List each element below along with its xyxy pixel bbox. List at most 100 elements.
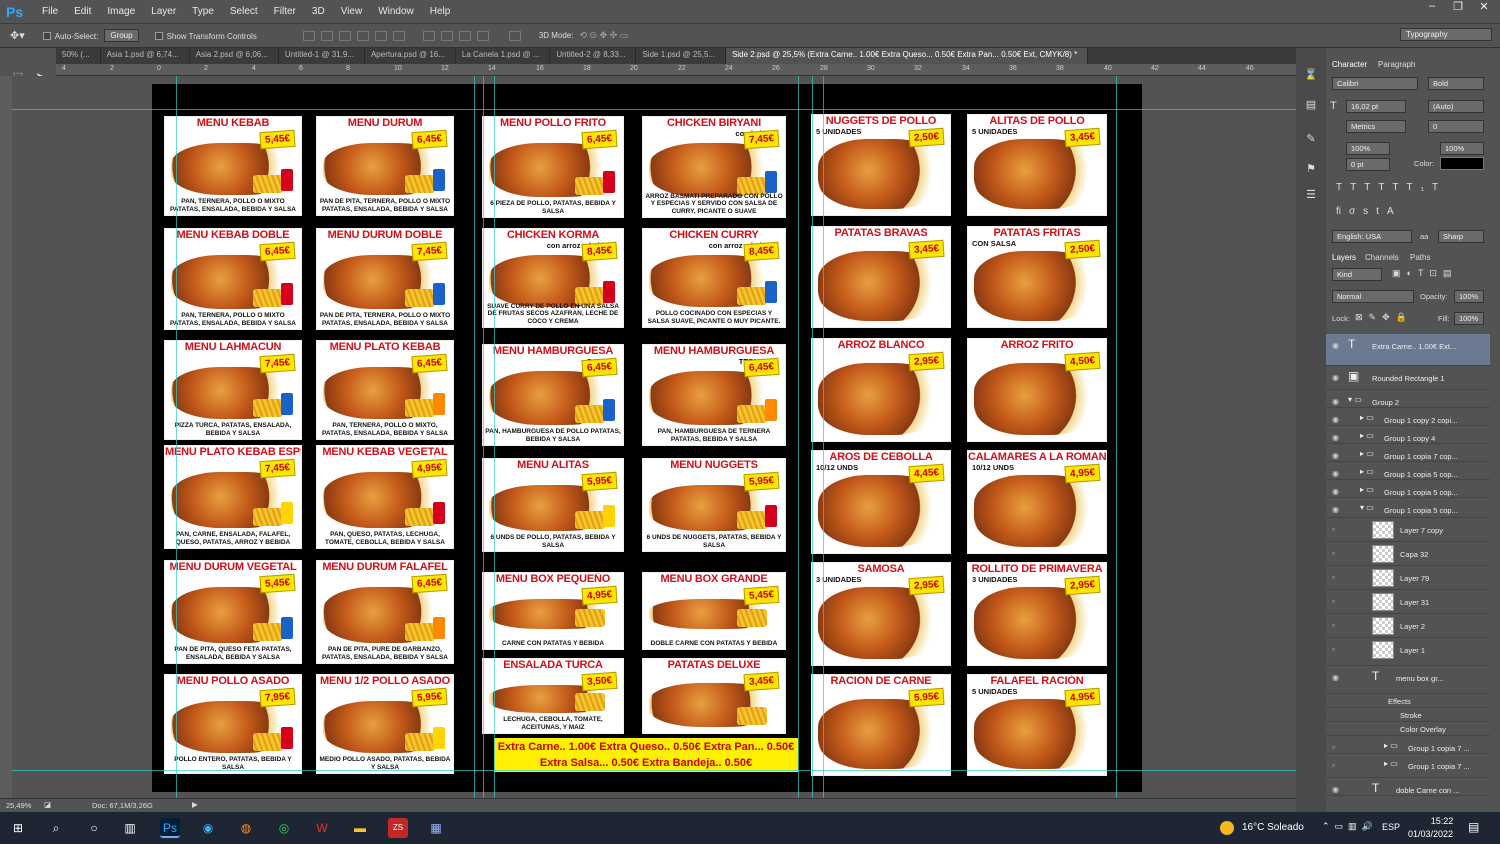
distribute-icon[interactable]	[476, 30, 489, 41]
visibility-eye-icon[interactable]: ▫	[1332, 761, 1335, 770]
align-bottom-icon[interactable]	[338, 30, 351, 41]
folder-icon[interactable]: ▸ ▭	[1360, 485, 1374, 494]
layer-row[interactable]: ▫ Capa 32	[1326, 542, 1490, 566]
layer-row[interactable]: ◉ ▸ ▭ Group 1 copia 7 cop...	[1326, 444, 1490, 462]
menu-edit[interactable]: Edit	[66, 6, 99, 17]
antialias-select[interactable]: Sharp	[1438, 230, 1484, 243]
brush-panel-icon[interactable]: ✎	[1301, 132, 1321, 150]
visibility-eye-icon[interactable]: ▫	[1332, 645, 1335, 654]
layer-row[interactable]: Stroke	[1326, 708, 1490, 722]
menu-image[interactable]: Image	[99, 6, 143, 17]
horizontal-scale-field[interactable]: 100%	[1440, 142, 1484, 155]
guide-line[interactable]	[474, 76, 475, 798]
distribute-icon[interactable]	[440, 30, 453, 41]
baseline-field[interactable]: 0 pt	[1346, 158, 1390, 171]
zoom-level[interactable]: 25,49%	[6, 801, 31, 810]
opentype-icons[interactable]: ﬁσstA	[1336, 206, 1402, 217]
history-panel-icon[interactable]: ⌛	[1301, 68, 1321, 86]
whatsapp-icon[interactable]: ◎	[274, 818, 294, 838]
guide-line[interactable]	[12, 770, 1296, 771]
lock-icons[interactable]: ⊠✎✥🔒	[1355, 312, 1413, 323]
weather-sun-icon[interactable]	[1220, 821, 1234, 835]
folder-icon[interactable]: ▸ ▭	[1360, 449, 1374, 458]
guide-line[interactable]	[483, 76, 484, 798]
distribute-icon[interactable]	[458, 30, 471, 41]
minimize-icon[interactable]: –	[1420, 0, 1444, 16]
visibility-eye-icon[interactable]: ◉	[1332, 451, 1339, 460]
layer-row[interactable]: ◉ ▸ ▭ Group 1 copy 2 copi...	[1326, 408, 1490, 426]
folder-icon[interactable]: ▸ ▭	[1360, 413, 1374, 422]
auto-select-toggle[interactable]: Auto-Select:	[42, 31, 98, 41]
visibility-eye-icon[interactable]: ◉	[1332, 415, 1339, 424]
move-tool-icon[interactable]: ✥▾	[10, 29, 25, 42]
folder-icon[interactable]: ▾ ▭	[1348, 395, 1362, 404]
layer-row[interactable]: ◉ Tdoble Carne con ...	[1326, 778, 1490, 796]
layer-row[interactable]: ◉ ▸ ▭ Group 1 copia 5 cop...	[1326, 480, 1490, 498]
guide-line[interactable]	[1116, 76, 1117, 798]
font-family-select[interactable]: Calibri	[1332, 77, 1418, 90]
tab-paths[interactable]: Paths	[1410, 253, 1430, 262]
visibility-eye-icon[interactable]: ▫	[1332, 743, 1335, 752]
folder-icon[interactable]: ▸ ▭	[1360, 431, 1374, 440]
restore-icon[interactable]: ❐	[1446, 0, 1470, 16]
weather-text[interactable]: 16°C Soleado	[1242, 822, 1304, 833]
leading-field[interactable]: (Auto)	[1428, 100, 1484, 113]
status-info-icon[interactable]: ◪	[44, 800, 51, 809]
doc-tab[interactable]: Asia 2.psd @ 6,06...	[190, 48, 279, 64]
folder-icon[interactable]: ▸ ▭	[1360, 467, 1374, 476]
distribute-icon[interactable]	[422, 30, 435, 41]
doc-tab-active[interactable]: Side 2.psd @ 25,5% (Extra Carne.. 1.00€ …	[726, 48, 1089, 64]
group-select[interactable]: Group	[104, 29, 139, 42]
menu-board-document[interactable]: MENU KEBAB 5,45€ PAN, TERNERA, POLLO O MIX…	[152, 84, 1142, 792]
3d-rotate-icon[interactable]: ⟲ ⊙ ✥ ✣ ▭	[580, 30, 629, 41]
tray-icons[interactable]: ⌃▭▥🔊	[1322, 821, 1378, 832]
kerning-field[interactable]: Metrics	[1346, 120, 1406, 133]
folder-icon[interactable]: ▸ ▭	[1384, 741, 1398, 750]
properties-panel-icon[interactable]: ▤	[1301, 98, 1321, 116]
align-middle-icon[interactable]	[320, 30, 333, 41]
canvas-area[interactable]: MENU KEBAB 5,45€ PAN, TERNERA, POLLO O MIX…	[12, 76, 1296, 798]
clock-time[interactable]: 15:22	[1420, 816, 1464, 826]
menu-type[interactable]: Type	[184, 6, 222, 17]
menu-window[interactable]: Window	[370, 6, 422, 17]
folder-icon[interactable]: ▸ ▭	[1384, 759, 1398, 768]
vertical-scale-field[interactable]: 100%	[1346, 142, 1390, 155]
layer-row[interactable]: ◉ ▾ ▭ Group 1 copia 5 cop...	[1326, 498, 1490, 518]
visibility-eye-icon[interactable]: ◉	[1332, 673, 1339, 682]
tracking-field[interactable]: 0	[1428, 120, 1484, 133]
close-icon[interactable]: ✕	[1472, 0, 1496, 16]
doc-tab[interactable]: Asia 1.psd @ 6,74...	[101, 48, 190, 64]
layer-row[interactable]: ▫ ▸ ▭ Group 1 copia 7 ...	[1326, 754, 1490, 778]
doc-tab[interactable]: Untitled-1 @ 31,9...	[279, 48, 365, 64]
menu-filter[interactable]: Filter	[266, 6, 304, 17]
guide-line[interactable]	[798, 76, 799, 798]
firefox-icon[interactable]: ◍	[236, 818, 256, 838]
doc-tab[interactable]: Side 1.psd @ 25,5...	[636, 48, 727, 64]
layer-row[interactable]: ▫ Layer 1	[1326, 638, 1490, 666]
visibility-eye-icon[interactable]: ◉	[1332, 487, 1339, 496]
visibility-eye-icon[interactable]: ◉	[1332, 505, 1339, 514]
layer-filter-icons[interactable]: ▣◐T⊡▤	[1392, 268, 1457, 279]
office-icon[interactable]: W	[312, 818, 332, 838]
visibility-eye-icon[interactable]: ▫	[1332, 621, 1335, 630]
guide-line[interactable]	[812, 76, 813, 798]
windows-start-icon[interactable]: ⊞	[8, 818, 28, 838]
app-icon[interactable]: ▦	[426, 818, 446, 838]
guide-line[interactable]	[823, 76, 824, 798]
clock-date[interactable]: 01/03/2022	[1408, 829, 1453, 839]
layer-row[interactable]: ◉ ▸ ▭ Group 1 copy 4	[1326, 426, 1490, 444]
visibility-eye-icon[interactable]: ◉	[1332, 469, 1339, 478]
menu-layer[interactable]: Layer	[143, 6, 184, 17]
layer-row[interactable]: ▫ ▸ ▭ Group 1 copia 7 ...	[1326, 736, 1490, 754]
align-top-icon[interactable]	[302, 30, 315, 41]
tab-character[interactable]: Character	[1332, 60, 1367, 69]
layer-row[interactable]: ▫ Layer 7 copy	[1326, 518, 1490, 542]
align-right-icon[interactable]	[392, 30, 405, 41]
tab-paragraph[interactable]: Paragraph	[1378, 60, 1415, 69]
font-size-field[interactable]: 16,02 pt	[1346, 100, 1406, 113]
edge-icon[interactable]: ◉	[198, 818, 218, 838]
adjust-panel-icon[interactable]: ☰	[1301, 188, 1321, 206]
menu-help[interactable]: Help	[422, 6, 459, 17]
opacity-field[interactable]: 100%	[1454, 290, 1484, 303]
layer-row[interactable]: Color Overlay	[1326, 722, 1490, 736]
